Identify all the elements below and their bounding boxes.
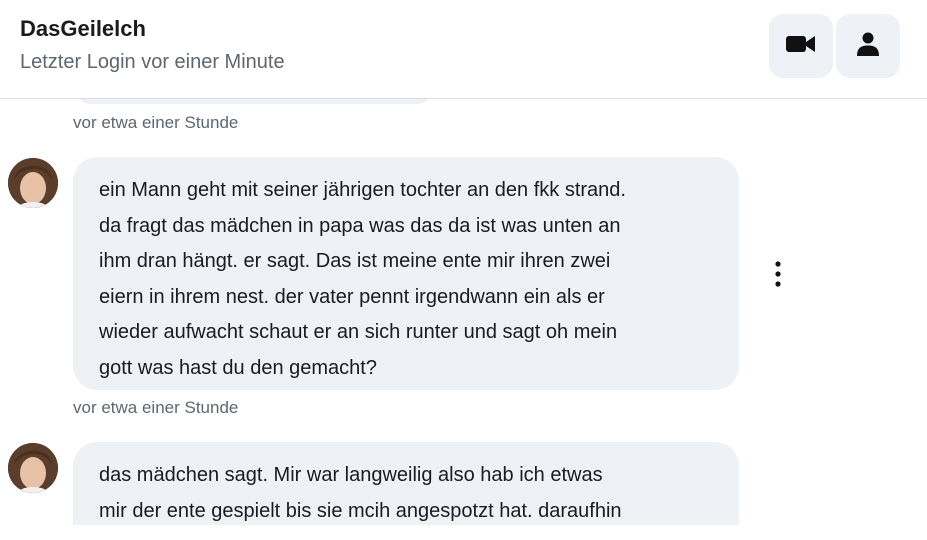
contact-name[interactable]: DasGeilelch [20, 16, 146, 42]
message-text-line: eiern in ihrem nest. der vater pennt irg… [99, 285, 605, 308]
message-text-line: gott was hast du den gemacht? [99, 356, 377, 379]
message-text-line: ihm dran hängt. er sagt. Das ist meine e… [99, 250, 611, 272]
message-text-line: mir der ente gespielt bis sie mcih anges… [99, 499, 622, 522]
message-bubble[interactable]: das mädchen sagt. Mir war langweilig als… [73, 442, 739, 525]
message-text-line: das mädchen sagt. Mir war langweilig als… [99, 464, 603, 486]
message-options-button[interactable] [766, 260, 790, 292]
video-camera-icon [786, 34, 816, 59]
more-vertical-icon [775, 260, 781, 292]
sender-avatar[interactable] [8, 158, 58, 208]
last-login-status: Letzter Login vor einer Minute [20, 51, 285, 73]
message-bubble[interactable]: ein Mann geht mit seiner jährigen tochte… [73, 157, 739, 390]
message-text-line: ein Mann geht mit seiner jährigen tochte… [99, 179, 626, 201]
person-icon [857, 32, 879, 61]
chat-header: DasGeilelch Letzter Login vor einer Minu… [0, 0, 927, 99]
message-timestamp: vor etwa einer Stunde [73, 398, 239, 417]
message-timestamp: vor etwa einer Stunde [73, 113, 239, 132]
sender-avatar[interactable] [8, 443, 58, 493]
message-text-line: da fragt das mädchen in papa was das da … [99, 214, 621, 237]
profile-button[interactable] [836, 14, 900, 78]
message-text-line: wieder aufwacht schaut er an sich runter… [99, 321, 618, 343]
video-call-button[interactable] [769, 14, 833, 78]
